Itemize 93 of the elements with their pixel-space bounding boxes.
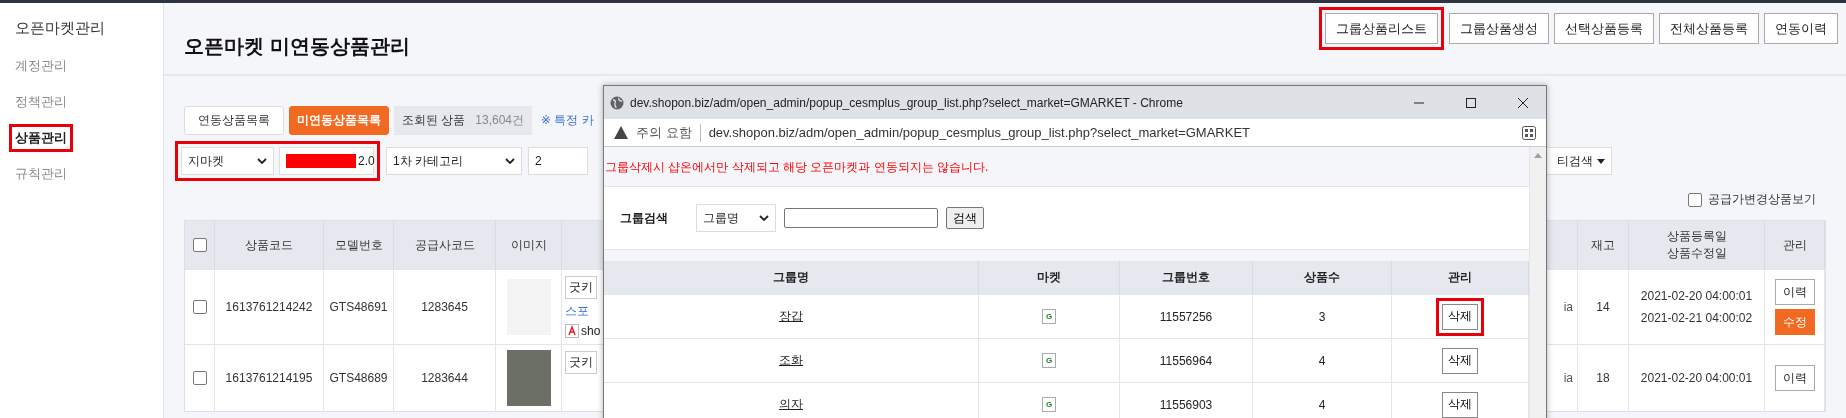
column-header: 재고 xyxy=(1578,221,1629,269)
chevron-down-icon xyxy=(505,158,515,164)
sidebar-item[interactable]: 계정관리 xyxy=(9,52,73,80)
page-title: 오픈마켓 미연동상품관리 xyxy=(184,34,410,59)
checkbox-label: 공급가변경상품보기 xyxy=(1708,191,1816,208)
search-label: 그룹검색 xyxy=(620,209,668,227)
table-cell: 4 xyxy=(1318,397,1326,412)
dropdown-select[interactable]: 2 xyxy=(528,147,588,175)
table-cell: 1283645 xyxy=(421,300,468,314)
scrollbar[interactable] xyxy=(1529,147,1546,418)
group-name-link[interactable]: 의자 xyxy=(779,396,803,413)
toolbar-button[interactable]: 연동이력 xyxy=(1764,13,1838,44)
table-cell: GTS48691 xyxy=(329,300,388,314)
photo-placeholder xyxy=(506,350,551,406)
column-header: 그룹번호 xyxy=(1120,261,1253,294)
market-badge: G xyxy=(1042,353,1056,368)
date-cell: 2021-02-21 04:00:02 xyxy=(1640,311,1753,325)
column-header: 모델번호 xyxy=(324,221,394,269)
dropdown-select[interactable]: 지마켓 xyxy=(181,147,274,175)
grid-icon[interactable] xyxy=(1522,125,1536,140)
url-text: dev.shopon.biz/adm/open_admin/popup_cesmplus_group_list.php?select_market=GMARKET xyxy=(708,125,1251,140)
close-icon xyxy=(1517,96,1529,109)
security-label: 주의 요함 xyxy=(636,123,701,142)
chevron-down-icon xyxy=(257,158,267,164)
shop-name: sho xyxy=(581,324,601,338)
group-name-link[interactable]: 조화 xyxy=(779,352,803,369)
row-checkbox[interactable] xyxy=(192,371,207,385)
table-cell: GTS48689 xyxy=(329,371,388,385)
column-header: 마켓 xyxy=(979,261,1120,294)
history-button[interactable]: 이력 xyxy=(1774,279,1815,305)
table-cell: 3 xyxy=(1318,309,1326,324)
date-cell: 2021-02-20 04:00:01 xyxy=(1640,371,1753,385)
column-header: 상품코드 xyxy=(215,221,324,269)
column-header: 관리 xyxy=(1392,261,1529,294)
column-header: 공급사코드 xyxy=(394,221,496,269)
search-field[interactable] xyxy=(784,208,938,228)
market-badge: G xyxy=(1042,397,1056,412)
column-header: 관리 xyxy=(1765,221,1825,269)
dropdown-select[interactable]: 2.0 xyxy=(279,147,374,175)
history-button[interactable]: 이력 xyxy=(1774,365,1815,391)
result-count: 13,604건 xyxy=(475,112,525,129)
address-bar[interactable]: 주의 요함 dev.shopon.biz/adm/open_admin/popup_cesmplus_group_list.php?select_market=GMARKET xyxy=(604,119,1546,147)
toolbar-button[interactable]: 그룹상품리스트 xyxy=(1325,13,1438,44)
toolbar-button[interactable]: 그룹상품생성 xyxy=(1449,13,1549,44)
column-header: 상품등록일 상품수정일 xyxy=(1629,221,1765,269)
sidebar-title: 오픈마켓관리 xyxy=(15,19,106,38)
product-name-field[interactable]: 굿키 xyxy=(565,276,597,299)
column-header: 그룹명 xyxy=(604,261,979,294)
select-all-checkbox[interactable] xyxy=(192,238,207,252)
product-name-field[interactable]: 굿키 xyxy=(565,351,597,374)
search-button[interactable]: 검색 xyxy=(946,207,984,229)
dropdown-select[interactable]: 1차 카테고리 xyxy=(386,147,522,175)
dropdown-select[interactable]: 그룹명 xyxy=(696,204,776,232)
table-cell: 11557256 xyxy=(1159,309,1213,324)
table-cell-text: ia xyxy=(1563,300,1574,314)
maximize-icon xyxy=(1465,96,1477,109)
highlighted-menu-item[interactable]: 상품관리 xyxy=(9,124,73,152)
globe-icon xyxy=(610,95,624,110)
column-header: 상품수 xyxy=(1253,261,1392,294)
toolbar-button[interactable]: 선택상품등록 xyxy=(1554,13,1654,44)
row-checkbox[interactable] xyxy=(192,300,207,314)
scroll-up-icon[interactable] xyxy=(1534,153,1542,158)
toolbar-button[interactable]: 전체상품등록 xyxy=(1659,13,1759,44)
table-cell: 14 xyxy=(1596,300,1610,314)
caret-icon xyxy=(1597,158,1605,164)
column-header: 이미지 xyxy=(496,221,562,269)
table-cell: 11556903 xyxy=(1159,397,1213,412)
sidebar-item[interactable]: 규칙관리 xyxy=(9,160,73,188)
shop-badge-icon xyxy=(565,324,579,338)
result-label: 조회된 상품 xyxy=(402,112,466,129)
group-name-link[interactable]: 장갑 xyxy=(779,308,803,325)
checkbox[interactable] xyxy=(1688,192,1702,207)
warning-icon xyxy=(614,126,628,139)
date-cell: 2021-02-20 04:00:01 xyxy=(1640,289,1753,303)
delete-button[interactable]: 삭제 xyxy=(1442,303,1478,330)
notice-text: ※ 특정 카 xyxy=(541,112,594,129)
table-cell: 1283644 xyxy=(421,371,468,385)
select-value: 2.0 xyxy=(358,154,375,168)
delete-button[interactable]: 삭제 xyxy=(1442,347,1478,374)
table-cell-text: ia xyxy=(1563,371,1574,385)
chevron-down-icon xyxy=(759,215,769,221)
table-cell: 11556964 xyxy=(1159,353,1213,368)
window-title: dev.shopon.biz/adm/open_admin/popup_cesmplus_group_list.php?select_market=GMARKET - Chrome xyxy=(630,95,1184,110)
category-link[interactable]: 스포 xyxy=(565,303,601,320)
table-cell: 1613761214242 xyxy=(225,300,313,314)
sidebar-item[interactable]: 정책관리 xyxy=(9,88,73,116)
delete-button[interactable]: 삭제 xyxy=(1442,391,1478,418)
table-cell: 1613761214195 xyxy=(225,371,313,385)
select-value: 지마켓 xyxy=(188,152,224,170)
table-cell: 4 xyxy=(1318,353,1326,368)
market-badge: G xyxy=(1042,309,1056,324)
tab[interactable]: 연동상품목록 xyxy=(184,106,284,135)
table-cell: 18 xyxy=(1596,371,1610,385)
